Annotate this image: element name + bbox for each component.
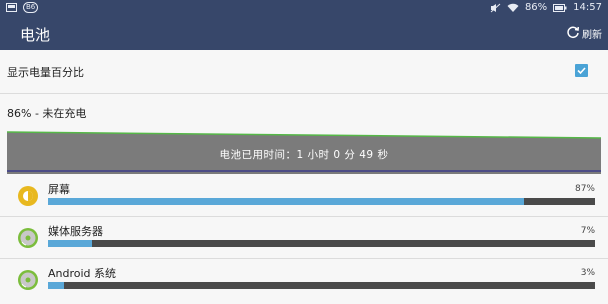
- usage-bar: [48, 240, 595, 247]
- battery-status-row: 86% - 未在充电: [0, 94, 608, 130]
- mute-icon: [490, 3, 501, 13]
- page-title: 电池: [20, 26, 51, 44]
- usage-item-name: 媒体服务器: [48, 225, 103, 238]
- usage-bar: [48, 282, 595, 289]
- usage-item-media-server[interactable]: 媒体服务器 7%: [0, 218, 608, 260]
- android-disc-icon: [16, 268, 40, 292]
- refresh-label: 刷新: [582, 30, 602, 41]
- android-disc-icon: [16, 226, 40, 250]
- usage-item-screen[interactable]: 屏幕 87%: [0, 176, 608, 218]
- battery-usage-summary: 电池已用时间：1 小时 0 分 49 秒: [219, 149, 389, 161]
- battery-status-text: 86% - 未在充电: [7, 107, 87, 120]
- divider: [0, 216, 608, 217]
- usage-bar: [48, 198, 595, 205]
- battery-icon: [553, 3, 567, 12]
- checkmark-icon: [577, 67, 586, 75]
- divider: [0, 258, 608, 259]
- show-percent-row[interactable]: 显示电量百分比: [0, 51, 608, 93]
- notification-badge: B6: [23, 2, 39, 13]
- screen-icon: [6, 3, 17, 12]
- usage-item-android-system[interactable]: Android 系统 3%: [0, 260, 608, 302]
- status-bar-right: 86% 14:57: [490, 2, 602, 13]
- usage-item-name: Android 系统: [48, 267, 117, 280]
- usage-bar-fill: [48, 198, 524, 205]
- refresh-icon: [566, 25, 580, 42]
- refresh-button[interactable]: 刷新: [566, 25, 602, 42]
- screen-brightness-icon: [16, 184, 40, 208]
- status-bar: B6 86% 14:57: [0, 0, 608, 17]
- action-bar: 电池 刷新: [0, 17, 608, 50]
- wifi-icon: [507, 3, 519, 13]
- battery-percent-text: 86%: [524, 2, 548, 13]
- usage-bar-fill: [48, 240, 92, 247]
- status-bar-left: B6: [6, 2, 39, 13]
- usage-item-name: 屏幕: [48, 183, 70, 196]
- clock-text: 14:57: [573, 2, 602, 13]
- usage-bar-fill: [48, 282, 65, 289]
- show-percent-label: 显示电量百分比: [7, 66, 84, 79]
- usage-item-percent: 87%: [574, 184, 595, 194]
- show-percent-checkbox[interactable]: [575, 64, 588, 77]
- usage-item-percent: 3%: [580, 268, 595, 278]
- usage-item-percent: 7%: [580, 226, 595, 236]
